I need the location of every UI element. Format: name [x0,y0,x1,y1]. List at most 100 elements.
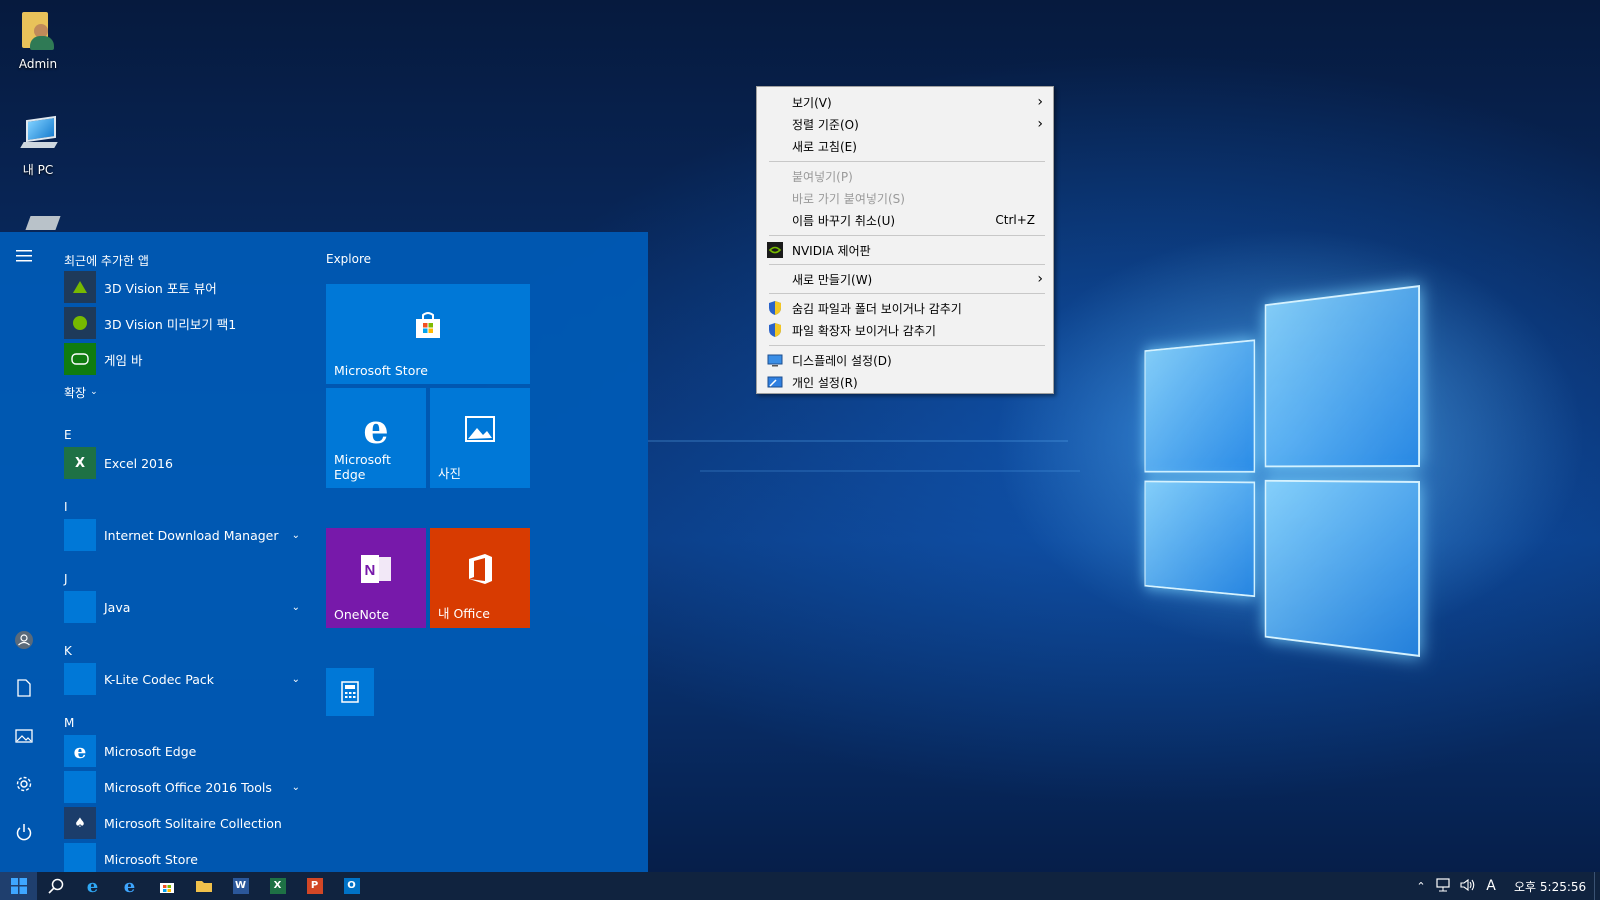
taskbar-word[interactable]: W [222,872,259,900]
store-icon [64,843,96,872]
network-icon[interactable] [1432,877,1456,895]
tile-label: OneNote [334,607,390,622]
chevron-down-icon[interactable]: ⌄ [292,674,300,685]
ime-indicator[interactable]: A [1480,878,1502,894]
app-item-game-bar[interactable]: 게임 바 [64,342,310,376]
3d-vision-icon [64,271,96,303]
tile-label: 사진 [438,466,462,481]
store-bag-icon [326,284,530,366]
store-icon [159,883,174,893]
app-item-solitaire[interactable]: ♠ Microsoft Solitaire Collection [64,806,310,840]
taskbar-outlook[interactable]: O [333,872,370,900]
pictures-button[interactable] [0,714,48,758]
menu-item-toggle-extensions[interactable]: 파일 확장자 보이거나 감추기 [757,319,1053,341]
letter-header-i[interactable]: I [64,500,68,514]
menu-item-label: 디스플레이 설정(D) [792,353,892,368]
app-item-office-tools[interactable]: Microsoft Office 2016 Tools ⌄ [64,770,310,804]
menu-item-nvidia-control-panel[interactable]: NVIDIA 제어판 [757,239,1053,261]
app-item-klite[interactable]: K-Lite Codec Pack ⌄ [64,662,310,696]
app-label: Excel 2016 [104,455,173,471]
menu-item-label: 파일 확장자 보이거나 감추기 [792,323,936,338]
calculator-icon [326,668,374,716]
taskbar-edge[interactable]: e [111,872,148,900]
recent-apps-title: 최근에 추가한 앱 [64,254,149,268]
letter-header-k[interactable]: K [64,644,72,658]
taskbar-internet-explorer[interactable]: e [74,872,111,900]
volume-icon[interactable] [1456,878,1480,895]
menu-item-label: 새로 만들기(W) [792,272,873,287]
chevron-right-icon: › [1037,271,1043,287]
app-label: Microsoft Office 2016 Tools [104,779,272,795]
account-button[interactable] [0,618,48,662]
tile-calculator[interactable] [326,668,374,716]
menu-item-display-settings[interactable]: 디스플레이 설정(D) [757,349,1053,371]
word-icon: W [232,878,249,894]
tile-microsoft-store[interactable]: Microsoft Store [326,284,530,384]
app-item-store[interactable]: Microsoft Store [64,842,310,872]
app-item-3d-vision-preview[interactable]: 3D Vision 미리보기 팩1 [64,306,310,340]
app-item-edge[interactable]: e Microsoft Edge [64,734,310,768]
tile-photos[interactable]: 사진 [430,388,530,488]
tile-my-office[interactable]: 내 Office [430,528,530,628]
menu-item-paste: 붙여넣기(P) [757,165,1053,187]
menu-item-new[interactable]: 새로 만들기(W) › [757,268,1053,290]
menu-item-sort-by[interactable]: 정렬 기준(O) › [757,113,1053,135]
menu-separator [769,293,1045,294]
start-button[interactable] [0,872,37,900]
chevron-down-icon[interactable]: ⌄ [292,602,300,613]
excel-icon: X [269,878,286,894]
chevron-down-icon[interactable]: ⌄ [292,530,300,541]
office-icon [430,528,530,610]
app-item-java[interactable]: Java ⌄ [64,590,310,624]
taskbar-excel[interactable]: X [259,872,296,900]
menu-item-personalize[interactable]: 개인 설정(R) [757,371,1053,393]
chevron-down-icon: ⌄ [90,387,98,397]
menu-item-view[interactable]: 보기(V) › [757,91,1053,113]
taskbar-store[interactable] [148,872,185,900]
menu-separator [769,264,1045,265]
letter-header-e[interactable]: E [64,428,72,442]
app-label: K-Lite Codec Pack [104,671,214,687]
menu-item-undo-rename[interactable]: 이름 바꾸기 취소(U) Ctrl+Z [757,209,1053,231]
tile-area: Explore Microsoft Store e Microsoft Edge… [318,232,638,872]
hamburger-menu-button[interactable] [0,234,48,278]
letter-header-j[interactable]: J [64,572,68,586]
desktop-icon-my-pc[interactable]: 내 PC [0,114,76,178]
clock[interactable]: 오후 5:25:56 [1514,878,1586,895]
app-item-idm[interactable]: Internet Download Manager ⌄ [64,518,310,552]
settings-button[interactable] [0,762,48,806]
menu-item-toggle-hidden-files[interactable]: 숨김 파일과 폴더 보이거나 감추기 [757,297,1053,319]
desktop-icon-admin[interactable]: Admin [0,10,76,71]
app-item-excel[interactable]: X Excel 2016 [64,446,310,480]
taskbar-file-explorer[interactable] [185,872,222,900]
menu-separator [769,345,1045,346]
game-bar-icon [64,343,96,375]
start-rail [0,232,48,872]
picture-icon [15,729,33,743]
folder-icon [195,881,212,892]
chevron-down-icon[interactable]: ⌄ [292,782,300,793]
folder-icon [64,591,96,623]
taskbar-powerpoint[interactable]: P [296,872,333,900]
app-label: Microsoft Solitaire Collection [104,815,282,831]
app-list: 최근에 추가한 앱 3D Vision 포토 뷰어 3D Vision 미리보기… [48,232,310,872]
power-icon [16,824,32,841]
show-desktop-button[interactable] [1594,872,1600,900]
menu-item-refresh[interactable]: 새로 고침(E) [757,135,1053,157]
documents-button[interactable] [0,666,48,710]
excel-icon: X [64,447,96,479]
edge-icon: e [64,735,96,767]
tile-microsoft-edge[interactable]: e Microsoft Edge [326,388,426,488]
chevron-right-icon: › [1037,116,1043,132]
taskbar: e e W X P O ⌃ A 오후 5:25:56 [0,872,1600,900]
search-button[interactable] [37,872,74,900]
chevron-up-icon[interactable]: ⌃ [1410,880,1432,893]
document-icon [17,679,31,697]
menu-separator [769,235,1045,236]
app-item-3d-vision-photo[interactable]: 3D Vision 포토 뷰어 [64,270,310,304]
internet-explorer-icon: e [86,875,99,897]
letter-header-m[interactable]: M [64,716,74,730]
power-button[interactable] [0,810,48,854]
tile-onenote[interactable]: N OneNote [326,528,426,628]
expand-button[interactable]: 확장 ⌄ [64,380,310,404]
